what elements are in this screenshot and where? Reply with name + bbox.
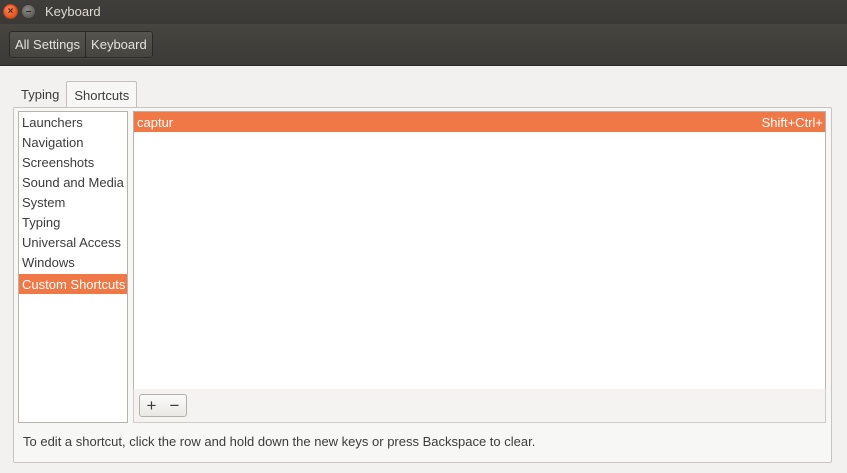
close-window-button[interactable]: × (3, 4, 18, 19)
tab-typing[interactable]: Typing (14, 81, 66, 107)
shortcut-accelerator[interactable]: Shift+Ctrl+ (762, 115, 823, 130)
category-item-universal-access[interactable]: Universal Access (19, 232, 127, 252)
shortcut-row[interactable]: captur Shift+Ctrl+ (134, 112, 825, 132)
minus-icon: − (169, 396, 180, 415)
tab-shortcuts[interactable]: Shortcuts (66, 81, 138, 108)
toolbar: All Settings Keyboard (0, 24, 847, 66)
category-list[interactable]: Launchers Navigation Screenshots Sound a… (18, 111, 128, 423)
category-item-windows[interactable]: Windows (19, 252, 127, 272)
add-shortcut-button[interactable]: + (140, 395, 163, 416)
category-item-typing[interactable]: Typing (19, 212, 127, 232)
category-item-sound-and-media[interactable]: Sound and Media (19, 172, 127, 192)
shortcut-name: captur (137, 114, 174, 130)
title-bar: × – Keyboard (0, 0, 847, 24)
minimize-window-button[interactable]: – (21, 4, 36, 19)
close-icon: × (7, 5, 14, 17)
remove-shortcut-button[interactable]: − (163, 395, 186, 416)
window-title: Keyboard (45, 4, 101, 19)
breadcrumb-keyboard[interactable]: Keyboard (85, 32, 152, 57)
shortcut-list[interactable]: captur Shift+Ctrl+ (133, 111, 826, 390)
category-item-launchers[interactable]: Launchers (19, 112, 127, 132)
category-item-system[interactable]: System (19, 192, 127, 212)
breadcrumb: All Settings Keyboard (9, 31, 153, 58)
minimize-icon: – (25, 5, 32, 17)
plus-icon: + (146, 396, 157, 415)
shortcut-action-bar: + − (133, 389, 826, 423)
help-text: To edit a shortcut, click the row and ho… (23, 434, 536, 449)
category-item-navigation[interactable]: Navigation (19, 132, 127, 152)
tab-bar: Typing Shortcuts (14, 81, 138, 108)
add-remove-group: + − (139, 394, 187, 417)
category-item-screenshots[interactable]: Screenshots (19, 152, 127, 172)
breadcrumb-all-settings[interactable]: All Settings (10, 32, 86, 57)
category-item-custom-shortcuts[interactable]: Custom Shortcuts (19, 274, 127, 294)
